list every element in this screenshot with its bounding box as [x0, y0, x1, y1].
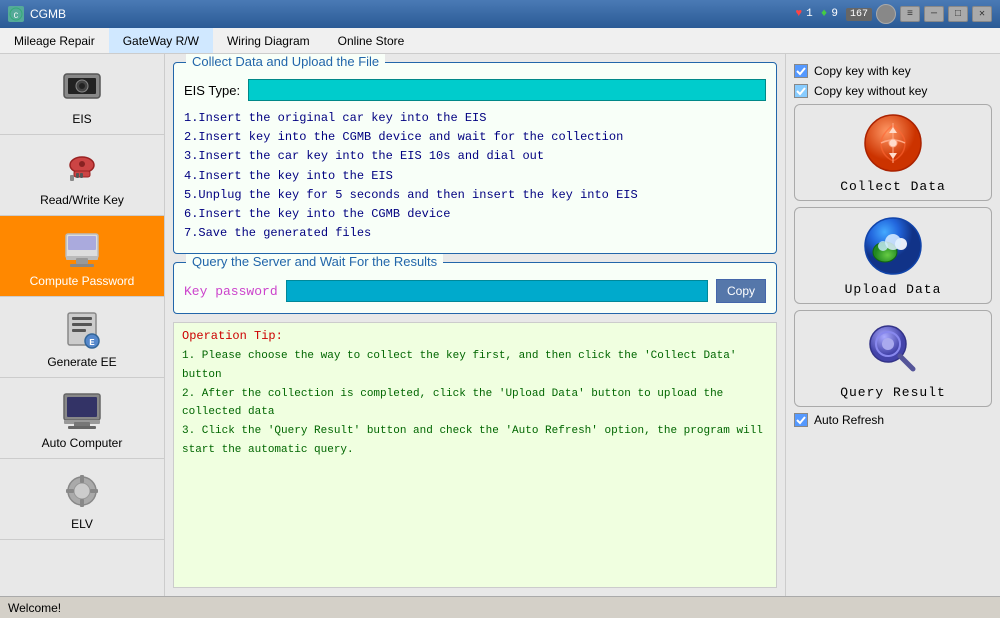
auto-refresh-row: Auto Refresh — [794, 413, 992, 427]
eis-type-label: EIS Type: — [184, 83, 240, 98]
copy-button[interactable]: Copy — [716, 279, 766, 303]
app-title: CGMB — [30, 7, 796, 21]
instruction-3: 3.Insert the car key into the EIS 10s an… — [184, 147, 766, 166]
copy-without-key-row: Copy key without key — [794, 84, 992, 98]
sidebar: EIS Read/Write Key — [0, 54, 165, 596]
avatar — [876, 4, 896, 24]
right-panel: Copy key with key Copy key without key — [785, 54, 1000, 596]
title-controls: ♥ 1 ♦ 9 167 ≡ ─ □ ✕ — [796, 4, 992, 24]
sidebar-generate-ee-label: Generate EE — [47, 355, 116, 369]
instruction-5: 5.Unplug the key for 5 seconds and then … — [184, 186, 766, 205]
sidebar-item-compute-password[interactable]: Compute Password — [0, 216, 164, 297]
sidebar-compute-password-label: Compute Password — [30, 274, 135, 288]
query-result-icon — [861, 317, 925, 381]
menu-gateway[interactable]: GateWay R/W — [109, 28, 213, 53]
minimize-button[interactable]: ─ — [924, 6, 944, 22]
copy-without-key-label: Copy key without key — [814, 84, 927, 98]
auto-refresh-checkbox[interactable] — [794, 413, 808, 427]
generate-ee-icon: E — [58, 305, 106, 353]
hamburger-button[interactable]: ≡ — [900, 6, 920, 22]
collect-data-button[interactable]: Collect Data — [794, 104, 992, 201]
menubar: Mileage Repair GateWay R/W Wiring Diagra… — [0, 28, 1000, 54]
copy-with-key-label: Copy key with key — [814, 64, 911, 78]
op-tip-1: 1. Please choose the way to collect the … — [182, 347, 768, 384]
heart-green-icon: ♦ — [821, 8, 828, 20]
sidebar-item-auto-computer[interactable]: Auto Computer — [0, 378, 164, 459]
collect-data-icon — [861, 111, 925, 175]
collect-panel-title: Collect Data and Upload the File — [186, 54, 385, 69]
menu-online-store[interactable]: Online Store — [324, 28, 419, 53]
restore-button[interactable]: □ — [948, 6, 968, 22]
instruction-4: 4.Insert the key into the EIS — [184, 167, 766, 186]
copy-with-key-checkbox[interactable] — [794, 64, 808, 78]
statusbar: Welcome! — [0, 596, 1000, 618]
sidebar-item-eis[interactable]: EIS — [0, 54, 164, 135]
query-panel-title: Query the Server and Wait For the Result… — [186, 254, 443, 269]
collect-data-panel: Collect Data and Upload the File EIS Typ… — [173, 62, 777, 254]
compute-password-icon — [58, 224, 106, 272]
sidebar-item-elv[interactable]: ELV — [0, 459, 164, 540]
main-layout: EIS Read/Write Key — [0, 54, 1000, 596]
upload-data-label: Upload Data — [845, 282, 942, 297]
menu-mileage-repair[interactable]: Mileage Repair — [0, 28, 109, 53]
op-tip-3: 3. Click the 'Query Result' button and c… — [182, 422, 768, 459]
key-password-input[interactable] — [286, 280, 708, 302]
copy-with-key-row: Copy key with key — [794, 64, 992, 78]
close-button[interactable]: ✕ — [972, 6, 992, 22]
eis-type-input[interactable] — [248, 79, 766, 101]
instruction-6: 6.Insert the key into the CGMB device — [184, 205, 766, 224]
op-tip-2: 2. After the collection is completed, cl… — [182, 385, 768, 422]
eis-icon — [58, 62, 106, 110]
instruction-1: 1.Insert the original car key into the E… — [184, 109, 766, 128]
read-write-key-icon — [58, 143, 106, 191]
query-result-button[interactable]: Query Result — [794, 310, 992, 407]
collect-data-label: Collect Data — [840, 179, 946, 194]
svg-text:C: C — [14, 12, 19, 21]
menu-wiring-diagram[interactable]: Wiring Diagram — [213, 28, 324, 53]
operation-tip-title: Operation Tip: — [182, 329, 768, 343]
heart-red-count: 1 — [806, 8, 813, 20]
sidebar-read-write-key-label: Read/Write Key — [40, 193, 124, 207]
auto-computer-icon — [58, 386, 106, 434]
sidebar-item-generate-ee[interactable]: E Generate EE — [0, 297, 164, 378]
svg-text:E: E — [89, 338, 95, 348]
sidebar-eis-label: EIS — [72, 112, 91, 126]
key-password-label: Key password — [184, 284, 278, 299]
upload-data-icon — [861, 214, 925, 278]
instruction-7: 7.Save the generated files — [184, 224, 766, 243]
heart-red-icon: ♥ — [796, 8, 803, 20]
status-message: Welcome! — [8, 601, 61, 615]
instructions-area: 1.Insert the original car key into the E… — [184, 109, 766, 243]
sidebar-auto-computer-label: Auto Computer — [42, 436, 123, 450]
operation-tip-area: Operation Tip: 1. Please choose the way … — [173, 322, 777, 588]
titlebar: C CGMB ♥ 1 ♦ 9 167 ≡ ─ □ ✕ — [0, 0, 1000, 28]
copy-without-key-checkbox[interactable] — [794, 84, 808, 98]
operation-tip-area: 1. Please choose the way to collect the … — [182, 347, 768, 459]
sidebar-item-read-write-key[interactable]: Read/Write Key — [0, 135, 164, 216]
content-area: Collect Data and Upload the File EIS Typ… — [165, 54, 785, 596]
elv-icon — [58, 467, 106, 515]
sidebar-elv-label: ELV — [71, 517, 93, 531]
eis-type-row: EIS Type: — [184, 79, 766, 101]
heart-green-count: 9 — [831, 8, 838, 20]
counter-box: 167 — [846, 8, 872, 21]
app-icon: C — [8, 6, 24, 22]
upload-data-button[interactable]: Upload Data — [794, 207, 992, 304]
instruction-2: 2.Insert key into the CGMB device and wa… — [184, 128, 766, 147]
query-panel: Query the Server and Wait For the Result… — [173, 262, 777, 314]
auto-refresh-label: Auto Refresh — [814, 413, 884, 427]
key-password-row: Key password Copy — [184, 279, 766, 303]
query-result-label: Query Result — [840, 385, 946, 400]
